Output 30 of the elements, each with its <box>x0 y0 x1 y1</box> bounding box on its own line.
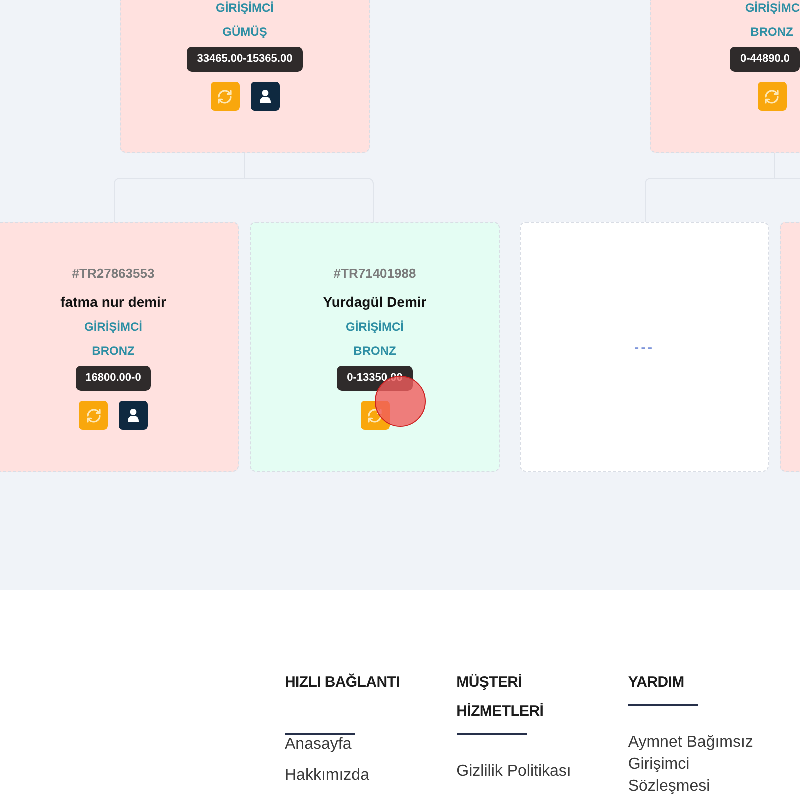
user-icon <box>260 90 270 103</box>
footer-link[interactable]: Gizlilik Politikası <box>456 762 572 782</box>
role-label: GİRİŞİMCİ <box>84 319 142 335</box>
empty-label: --- <box>634 338 654 356</box>
range-badge: 16800.00-0 <box>76 366 152 391</box>
member-id: #TR71401988 <box>334 265 416 283</box>
profile-button[interactable] <box>119 401 148 430</box>
refresh-icon <box>764 88 780 104</box>
footer-link[interactable]: Anasayfa <box>285 735 352 755</box>
rank-label: BRONZ <box>750 24 794 40</box>
footer-heading: MÜŞTERİ HİZMETLERİ <box>456 673 545 722</box>
footer-heading: YARDIM <box>628 673 686 693</box>
refresh-icon <box>86 408 102 424</box>
footer-link[interactable]: Aymnet Bağımsız Girişimci Sözleşmesi <box>628 732 768 798</box>
refresh-icon <box>217 88 233 104</box>
member-name: Yurdagül Demir <box>323 293 427 312</box>
footer-heading: HIZLI BAĞLANTI <box>285 672 401 693</box>
rank-label: GÜMÜŞ <box>222 24 268 40</box>
role-label: GİRİŞİMCİ <box>216 0 274 16</box>
footer-link[interactable]: Hakkımızda <box>285 766 370 786</box>
role-label: GİRİŞİMCİ <box>346 319 404 335</box>
profile-button[interactable] <box>250 82 280 111</box>
rank-label: BRONZ <box>92 343 135 359</box>
user-icon <box>128 409 139 422</box>
role-label: GİRİŞİMC <box>745 0 800 16</box>
rank-label: BRONZ <box>354 343 396 359</box>
range-badge: 0-44890.0 <box>730 47 800 72</box>
member-name: fatma nur demir <box>60 293 166 312</box>
member-id: #TR27863553 <box>72 265 155 283</box>
range-badge: 33465.00-15365.00 <box>187 47 303 72</box>
